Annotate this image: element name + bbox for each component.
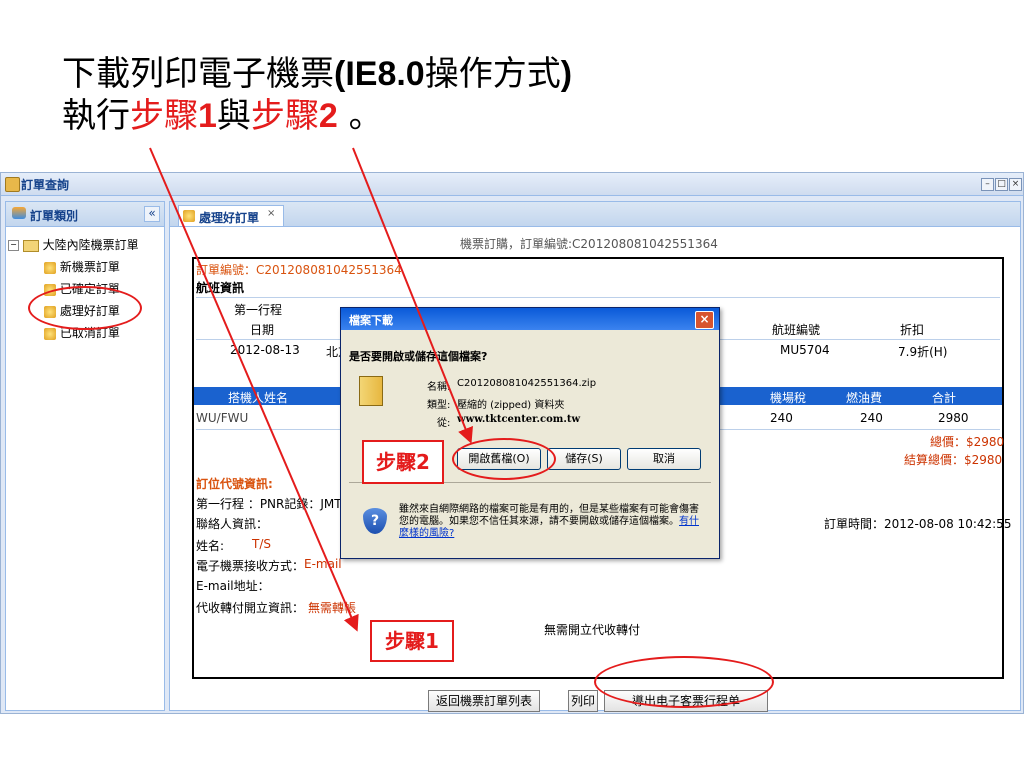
step2-arrow: [352, 147, 473, 444]
annotation-arrows: [149, 147, 473, 632]
highlight-open-button: [452, 438, 556, 480]
step2-callout: 步驟2: [362, 440, 444, 484]
highlight-export-button: [594, 656, 774, 708]
step1-callout: 步驟1: [370, 620, 454, 662]
highlight-processed-orders: [28, 286, 142, 330]
step1-arrow: [149, 147, 359, 632]
